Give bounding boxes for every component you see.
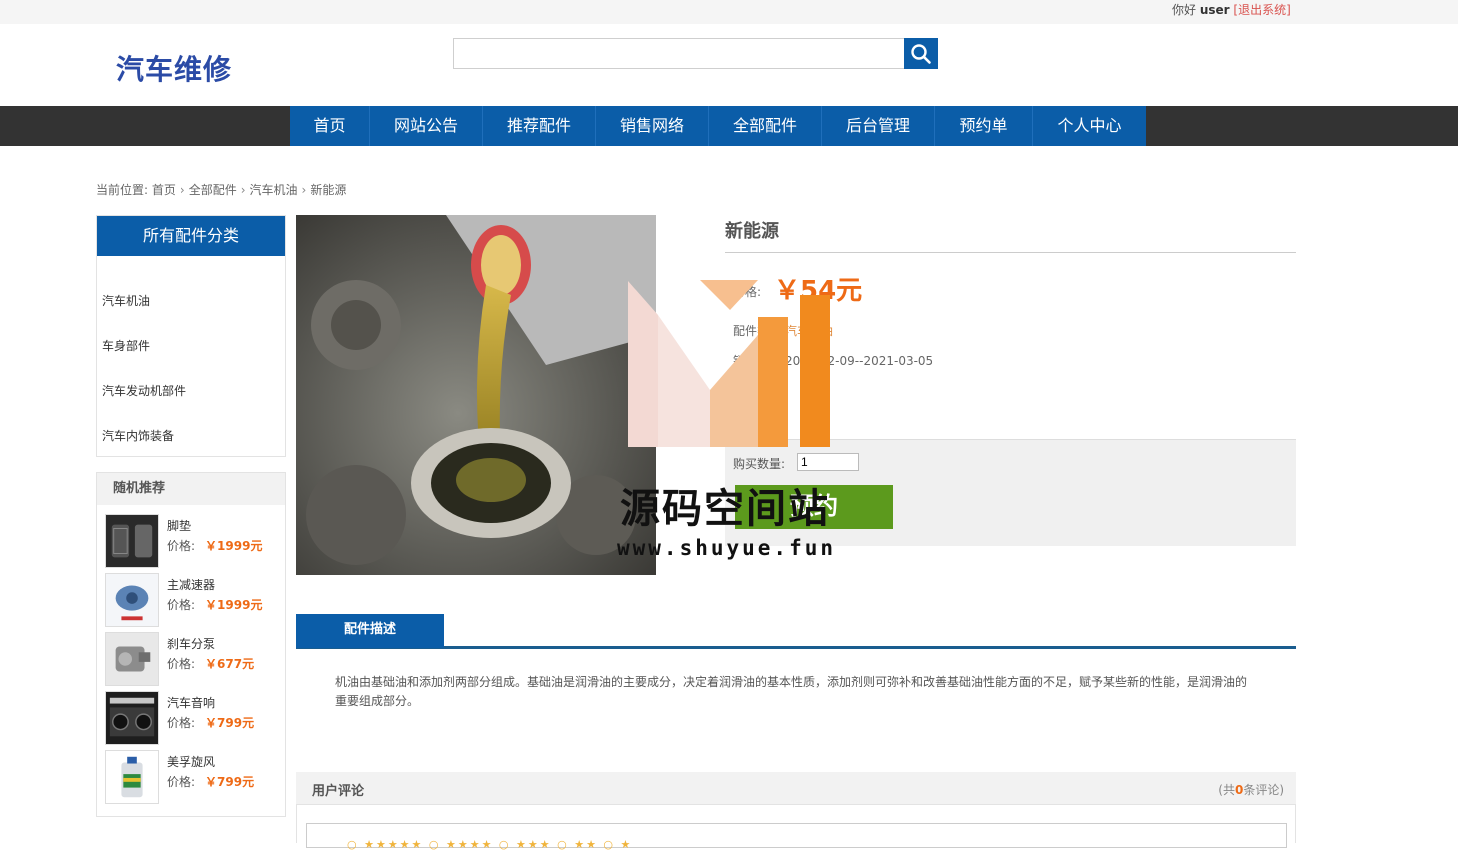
- sale-date-label: 销售日期:: [733, 354, 786, 368]
- list-item[interactable]: 汽车音响 价格: ￥799元: [105, 691, 280, 745]
- recommend-price: 价格: ￥1999元: [167, 537, 262, 554]
- rating-box: ○ ★★★★★ ○ ★★★★ ○ ★★★ ○ ★★ ○ ★: [306, 823, 1287, 851]
- price-label: 价格:: [733, 285, 762, 299]
- count-suffix: 条评论): [1243, 783, 1284, 797]
- stock-count: 库存量:: [733, 414, 774, 428]
- recommend-name[interactable]: 汽车音响: [167, 694, 215, 711]
- product-thumbnail[interactable]: [105, 750, 159, 804]
- comments-title: 用户评论: [312, 784, 365, 799]
- breadcrumb-category[interactable]: 汽车机油: [250, 183, 298, 197]
- nav-home[interactable]: 首页: [290, 106, 370, 146]
- product-thumbnail[interactable]: [105, 691, 159, 745]
- price-value: ￥799元: [205, 716, 255, 730]
- user-greeting: 你好 user [退出系统]: [1172, 1, 1291, 18]
- list-item[interactable]: 刹车分泵 价格: ￥677元: [105, 632, 280, 686]
- title-divider: [725, 252, 1296, 253]
- breadcrumb-all-parts[interactable]: 全部配件: [189, 183, 237, 197]
- product-price: ￥54元: [774, 276, 863, 306]
- list-item[interactable]: 脚垫 价格: ￥1999元: [105, 514, 280, 568]
- logout-link[interactable]: [退出系统]: [1233, 3, 1290, 17]
- price-label: 价格:: [167, 657, 196, 671]
- product-image: [296, 215, 656, 575]
- count-prefix: (共: [1218, 783, 1235, 797]
- watermark-text: 源码空间站: [620, 486, 830, 532]
- comments-count: (共0条评论): [1218, 781, 1284, 798]
- main-nav: 首页 网站公告 推荐配件 销售网络 全部配件 后台管理 预约单 个人中心: [290, 106, 1146, 146]
- breadcrumb-prefix: 当前位置:: [96, 183, 149, 197]
- breadcrumb: 当前位置: 首页 › 全部配件 › 汽车机油 › 新能源: [96, 181, 346, 198]
- list-item[interactable]: 主减速器 价格: ￥1999元: [105, 573, 280, 627]
- recommend-name[interactable]: 美孚旋风: [167, 753, 215, 770]
- nav-admin[interactable]: 后台管理: [822, 106, 935, 146]
- search-button[interactable]: [904, 38, 938, 69]
- category-item[interactable]: 汽车内饰装备: [102, 427, 174, 444]
- watermark-url: www.shuyue.fun: [617, 536, 837, 560]
- recommend-name[interactable]: 脚垫: [167, 517, 191, 534]
- part-type: 配件类型:汽车机油: [733, 322, 833, 339]
- tab-bar: 配件描述: [296, 614, 1296, 649]
- greeting-text: 你好: [1172, 3, 1200, 17]
- category-panel-title: 所有配件分类: [97, 216, 285, 256]
- chevron-right-icon: ›: [301, 183, 307, 197]
- site-title[interactable]: 汽车维修: [116, 48, 232, 88]
- comments-body: ○ ★★★★★ ○ ★★★★ ○ ★★★ ○ ★★ ○ ★: [296, 804, 1296, 851]
- product-thumbnail[interactable]: [105, 573, 159, 627]
- breadcrumb-home[interactable]: 首页: [152, 183, 176, 197]
- search-icon: [911, 43, 931, 64]
- click-count: 点击量:: [733, 384, 774, 398]
- chevron-right-icon: ›: [240, 183, 246, 197]
- nav-reservations[interactable]: 预约单: [935, 106, 1033, 146]
- recommend-panel-title: 随机推荐: [97, 473, 285, 505]
- main-nav-bar: 首页 网站公告 推荐配件 销售网络 全部配件 后台管理 预约单 个人中心: [0, 106, 1458, 146]
- price-label: 价格:: [167, 775, 196, 789]
- tab-description[interactable]: 配件描述: [296, 614, 444, 648]
- product-thumbnail[interactable]: [105, 514, 159, 568]
- recommend-panel: 随机推荐 脚垫 价格: ￥1999元 主减速器 价格: ￥1999元 刹车分泵 价格…: [96, 472, 286, 817]
- quantity-label: 购买数量:: [733, 457, 786, 471]
- recommend-name[interactable]: 刹车分泵: [167, 635, 215, 652]
- product-description: 机油由基础油和添加剂两部分组成。基础油是润滑油的主要成分，决定着润滑油的基本性质…: [335, 675, 1248, 708]
- list-item[interactable]: 美孚旋风 价格: ￥799元: [105, 750, 280, 804]
- star-rating-icon[interactable]: ○ ★★★★★ ○ ★★★★ ○ ★★★ ○ ★★ ○ ★: [347, 838, 632, 851]
- price-value: ￥1999元: [205, 539, 263, 553]
- price-value: ￥799元: [205, 775, 255, 789]
- nav-recommended-parts[interactable]: 推荐配件: [483, 106, 596, 146]
- breadcrumb-current: 新能源: [310, 183, 347, 197]
- chevron-right-icon: ›: [179, 183, 185, 197]
- category-item[interactable]: 汽车发动机部件: [102, 382, 186, 399]
- username: user: [1199, 3, 1230, 17]
- product-thumbnail[interactable]: [105, 632, 159, 686]
- nav-sales-network[interactable]: 销售网络: [596, 106, 709, 146]
- search-input[interactable]: [453, 38, 905, 69]
- price-label: 价格:: [167, 716, 196, 730]
- category-item[interactable]: 汽车机油: [102, 292, 150, 309]
- product-title: 新能源: [725, 221, 779, 242]
- quantity-input[interactable]: [797, 453, 859, 471]
- recommend-price: 价格: ￥799元: [167, 773, 254, 790]
- nav-all-parts[interactable]: 全部配件: [709, 106, 822, 146]
- recommend-name[interactable]: 主减速器: [167, 576, 215, 593]
- sale-date-value: 2021-02-09--2021-03-05: [785, 354, 934, 368]
- price-value: ￥677元: [205, 657, 255, 671]
- nav-profile[interactable]: 个人中心: [1033, 106, 1146, 146]
- top-bar: 你好 user [退出系统]: [0, 0, 1458, 24]
- price-value: ￥1999元: [205, 598, 263, 612]
- nav-announcements[interactable]: 网站公告: [370, 106, 483, 146]
- comments-header: 用户评论 (共0条评论): [296, 772, 1296, 804]
- category-panel: 所有配件分类 汽车机油 车身部件 汽车发动机部件 汽车内饰装备: [96, 215, 286, 457]
- recommend-price: 价格: ￥677元: [167, 655, 254, 672]
- part-type-label: 配件类型:: [733, 324, 786, 338]
- recommend-price: 价格: ￥799元: [167, 714, 254, 731]
- part-type-link[interactable]: 汽车机油: [785, 324, 833, 338]
- price-label: 价格:: [167, 598, 196, 612]
- category-item[interactable]: 车身部件: [102, 337, 150, 354]
- recommend-price: 价格: ￥1999元: [167, 596, 262, 613]
- price-label: 价格:: [167, 539, 196, 553]
- sale-date: 销售日期:2021-02-09--2021-03-05: [733, 352, 933, 369]
